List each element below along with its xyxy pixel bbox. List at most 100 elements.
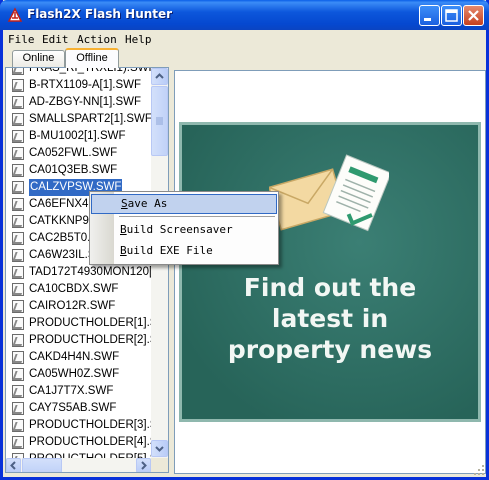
file-list-item[interactable]: B-RTX1109-A[1].SWF — [6, 77, 151, 94]
file-list-item[interactable]: CA052FWL.SWF — [6, 145, 151, 162]
swf-file-icon — [12, 249, 24, 262]
swf-file-icon — [12, 385, 24, 398]
maximize-icon — [445, 9, 458, 22]
swf-file-icon — [12, 130, 24, 143]
swf-file-icon — [12, 198, 24, 211]
swf-file-icon — [12, 79, 24, 92]
context-menu-build-exe[interactable]: Build EXE File — [91, 241, 277, 261]
context-menu-build-screensaver[interactable]: Build Screensaver — [91, 220, 277, 240]
chevron-up-icon — [155, 73, 164, 79]
build-screensaver-label: uild Screensaver — [126, 223, 233, 236]
menu-help[interactable]: Help — [125, 33, 152, 46]
minimize-button[interactable] — [419, 5, 440, 26]
flash-banner[interactable]: Find out the latest in property news — [179, 122, 481, 422]
tab-strip: Online Offline — [3, 48, 173, 68]
build-exe-label: uild EXE File — [126, 244, 213, 257]
file-name: CA1J7T7X.SWF — [29, 385, 114, 397]
menu-file[interactable]: File — [8, 33, 35, 46]
file-list-item[interactable]: PRODUCTHOLDER[5].SWF — [6, 451, 151, 458]
horizontal-scrollbar[interactable] — [6, 458, 151, 472]
scroll-left-button[interactable] — [6, 458, 21, 472]
file-name: PRODUCTHOLDER[5].SWF — [29, 451, 151, 458]
file-name: PRODUCTHOLDER[2].SWF — [29, 334, 151, 346]
file-name: B-RTX1109-A[1].SWF — [29, 79, 142, 91]
file-list-item[interactable]: CAKD4H4N.SWF — [6, 349, 151, 366]
close-button[interactable] — [463, 5, 484, 26]
swf-file-icon — [12, 351, 24, 364]
file-name: CA05WH0Z.SWF — [29, 368, 120, 380]
file-name: CA052FWL.SWF — [29, 147, 118, 159]
tab-online[interactable]: Online — [12, 50, 65, 67]
flash-preview-pane[interactable]: Find out the latest in property news — [174, 70, 486, 474]
swf-file-icon — [12, 436, 24, 449]
swf-file-icon — [12, 181, 24, 194]
menu-edit[interactable]: Edit — [42, 33, 69, 46]
swf-file-icon — [12, 266, 24, 279]
save-as-label: ave As — [127, 197, 168, 210]
scroll-right-button[interactable] — [136, 458, 151, 472]
swf-file-icon — [12, 147, 24, 160]
chevron-left-icon — [10, 461, 16, 470]
swf-file-icon — [12, 232, 24, 245]
file-list-item[interactable]: CAIRO12R.SWF — [6, 298, 151, 315]
swf-file-icon — [12, 368, 24, 381]
flash-hunter-app-icon — [7, 7, 23, 22]
grip-lines-icon — [156, 117, 163, 125]
file-list-item[interactable]: SMALLSPART2[1].SWF — [6, 111, 151, 128]
context-menu-save-as[interactable]: Save As — [91, 194, 277, 214]
file-list-item[interactable]: PRODUCTHOLDER[2].SWF — [6, 332, 151, 349]
swf-file-icon — [12, 283, 24, 296]
save-as-hotkey: S — [121, 197, 128, 210]
file-name: PRODUCTHOLDER[1].SWF — [29, 317, 151, 329]
file-name: B-MU1002[1].SWF — [29, 130, 126, 142]
file-list-item[interactable]: PRODUCTHOLDER[4].SWF — [6, 434, 151, 451]
mail-document-icon — [269, 154, 389, 232]
chevron-right-icon — [141, 461, 147, 470]
swf-file-icon — [12, 317, 24, 330]
horizontal-scroll-thumb[interactable] — [22, 458, 62, 472]
swf-file-icon — [12, 215, 24, 228]
file-name: TAD172T4930MON120[1].SWF — [29, 266, 151, 278]
file-list-item[interactable]: CAY7S5AB.SWF — [6, 400, 151, 417]
file-name: PRODUCTHOLDER[3].SWF — [29, 419, 151, 431]
maximize-button[interactable] — [441, 5, 462, 26]
banner-line-3: property news — [227, 335, 433, 364]
menu-action[interactable]: Action — [77, 33, 117, 46]
scroll-up-button[interactable] — [151, 68, 168, 85]
file-list-item[interactable]: TAD172T4930MON120[1].SWF — [6, 264, 151, 281]
file-name: FRAS_RI_TRXLI1).SWF — [29, 68, 151, 74]
menu-bar: File Edit Action Help — [3, 30, 486, 48]
file-list-item[interactable]: CA10CBDX.SWF — [6, 281, 151, 298]
window-title: Flash2X Flash Hunter — [27, 7, 173, 21]
swf-file-icon — [12, 334, 24, 347]
title-bar[interactable]: Flash2X Flash Hunter — [0, 0, 489, 30]
file-name: CA10CBDX.SWF — [29, 283, 119, 295]
file-name: SMALLSPART2[1].SWF — [29, 113, 151, 125]
swf-file-icon — [12, 113, 24, 126]
swf-file-icon — [12, 164, 24, 177]
chevron-down-icon — [155, 446, 164, 452]
file-list-item[interactable]: AD-ZBGY-NN[1].SWF — [6, 94, 151, 111]
file-name: AD-ZBGY-NN[1].SWF — [29, 96, 142, 108]
close-icon — [468, 10, 479, 21]
file-list-item[interactable]: PRODUCTHOLDER[1].SWF — [6, 315, 151, 332]
file-list-item[interactable]: CA05WH0Z.SWF — [6, 366, 151, 383]
swf-file-icon — [12, 96, 24, 109]
file-list-item[interactable]: PRODUCTHOLDER[3].SWF — [6, 417, 151, 434]
scroll-down-button[interactable] — [151, 440, 168, 457]
file-list-item[interactable]: CA01Q3EB.SWF — [6, 162, 151, 179]
banner-line-1: Find out the — [243, 273, 417, 302]
build-exe-hotkey: B — [120, 244, 127, 257]
file-list-item[interactable]: FRAS_RI_TRXLI1).SWF — [6, 68, 151, 77]
file-list-item[interactable]: B-MU1002[1].SWF — [6, 128, 151, 145]
swf-file-icon — [12, 419, 24, 432]
swf-file-icon — [12, 68, 24, 75]
file-name: PRODUCTHOLDER[4].SWF — [29, 436, 151, 448]
vertical-scroll-thumb[interactable] — [151, 86, 168, 156]
file-list-item[interactable]: CA1J7T7X.SWF — [6, 383, 151, 400]
tab-offline[interactable]: Offline — [65, 48, 119, 68]
banner-headline: Find out the latest in property news — [182, 272, 478, 365]
resize-grip-icon[interactable] — [473, 464, 485, 476]
file-name: CAY7S5AB.SWF — [29, 402, 117, 414]
swf-file-icon — [12, 300, 24, 313]
